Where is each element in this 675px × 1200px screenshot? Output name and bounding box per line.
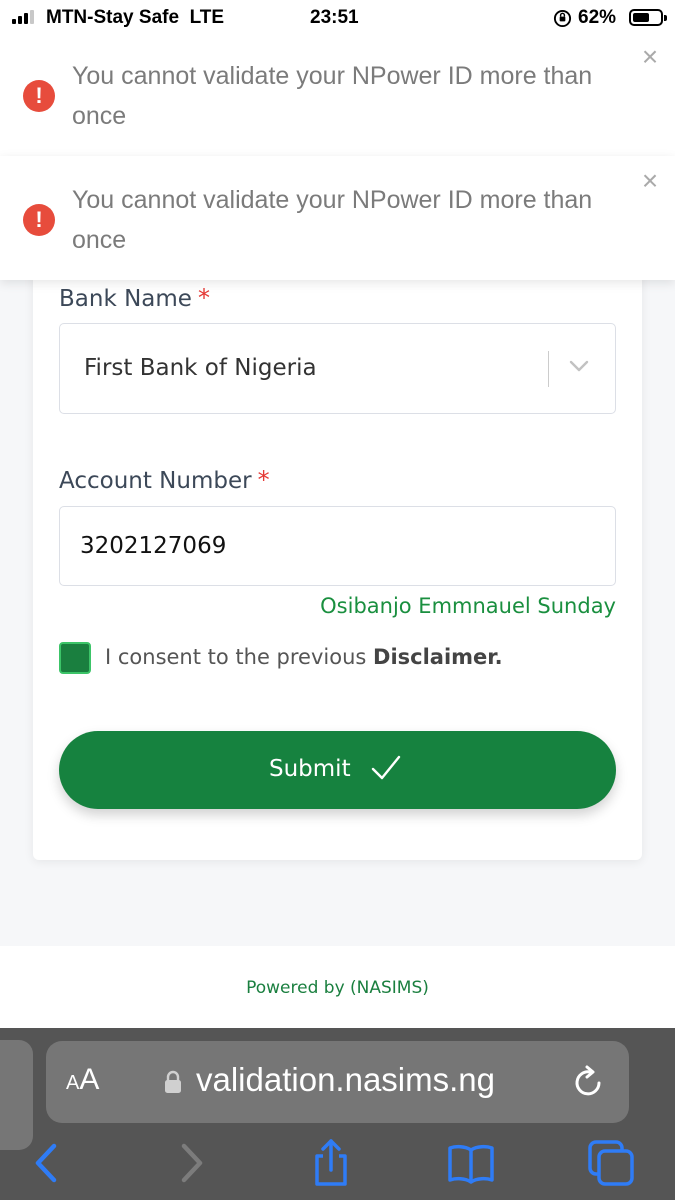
- error-icon: !: [23, 80, 55, 112]
- carrier-name: MTN-Stay Safe LTE: [46, 7, 225, 28]
- battery-percent: 62%: [578, 7, 617, 28]
- error-toast: ! You cannot validate your NPower ID mor…: [0, 32, 675, 156]
- consent-text: I consent to the previous Disclaimer.: [105, 645, 503, 669]
- select-separator: [548, 351, 549, 387]
- submit-button[interactable]: Submit: [59, 731, 616, 809]
- bank-name-label: Bank Name *: [59, 284, 210, 312]
- required-marker: *: [197, 284, 210, 312]
- forward-icon[interactable]: [166, 1138, 216, 1188]
- required-marker: *: [257, 466, 270, 494]
- resolved-account-name: Osibanjo Emmnauel Sunday: [320, 594, 616, 618]
- validation-form-card: Bank Name * First Bank of Nigeria Account…: [33, 250, 642, 860]
- close-icon[interactable]: ×: [638, 167, 662, 195]
- page-footer: Powered by (NASIMS): [0, 946, 675, 1028]
- bank-name-value: First Bank of Nigeria: [84, 355, 317, 381]
- back-icon[interactable]: [22, 1138, 72, 1188]
- reload-icon[interactable]: [572, 1065, 606, 1099]
- disclaimer-link[interactable]: Disclaimer.: [373, 645, 503, 669]
- text-size-button[interactable]: AA: [66, 1063, 99, 1097]
- signal-icon: [12, 10, 38, 24]
- lock-icon: [165, 1070, 181, 1093]
- error-icon: !: [23, 204, 55, 236]
- address-bar[interactable]: AA validation.nasims.ng: [46, 1041, 629, 1123]
- battery-icon: [629, 9, 667, 26]
- tabs-icon[interactable]: [586, 1138, 636, 1188]
- error-toast: ! You cannot validate your NPower ID mor…: [0, 156, 675, 280]
- orientation-lock-icon: [553, 9, 572, 28]
- bank-name-select[interactable]: First Bank of Nigeria: [59, 323, 616, 414]
- consent-checkbox[interactable]: [59, 642, 91, 674]
- check-icon: [371, 755, 401, 780]
- account-number-input[interactable]: 3202127069: [59, 506, 616, 586]
- chevron-down-icon: [569, 360, 589, 372]
- browser-toolbar: AA validation.nasims.ng: [0, 1028, 675, 1200]
- close-icon[interactable]: ×: [638, 43, 662, 71]
- submit-label: Submit: [269, 756, 351, 782]
- network-type: LTE: [189, 7, 225, 28]
- status-bar: MTN-Stay Safe LTE 23:51 62%: [0, 0, 675, 36]
- powered-by-text: Powered by (NASIMS): [246, 978, 429, 998]
- status-time: 23:51: [310, 7, 359, 28]
- bookmarks-icon[interactable]: [446, 1138, 496, 1188]
- toast-message: You cannot validate your NPower ID more …: [72, 186, 593, 254]
- previous-tab-peek[interactable]: [0, 1040, 33, 1150]
- url-text[interactable]: validation.nasims.ng: [196, 1061, 495, 1099]
- share-icon[interactable]: [306, 1138, 356, 1188]
- toast-message: You cannot validate your NPower ID more …: [72, 62, 593, 130]
- account-number-label: Account Number *: [59, 466, 270, 494]
